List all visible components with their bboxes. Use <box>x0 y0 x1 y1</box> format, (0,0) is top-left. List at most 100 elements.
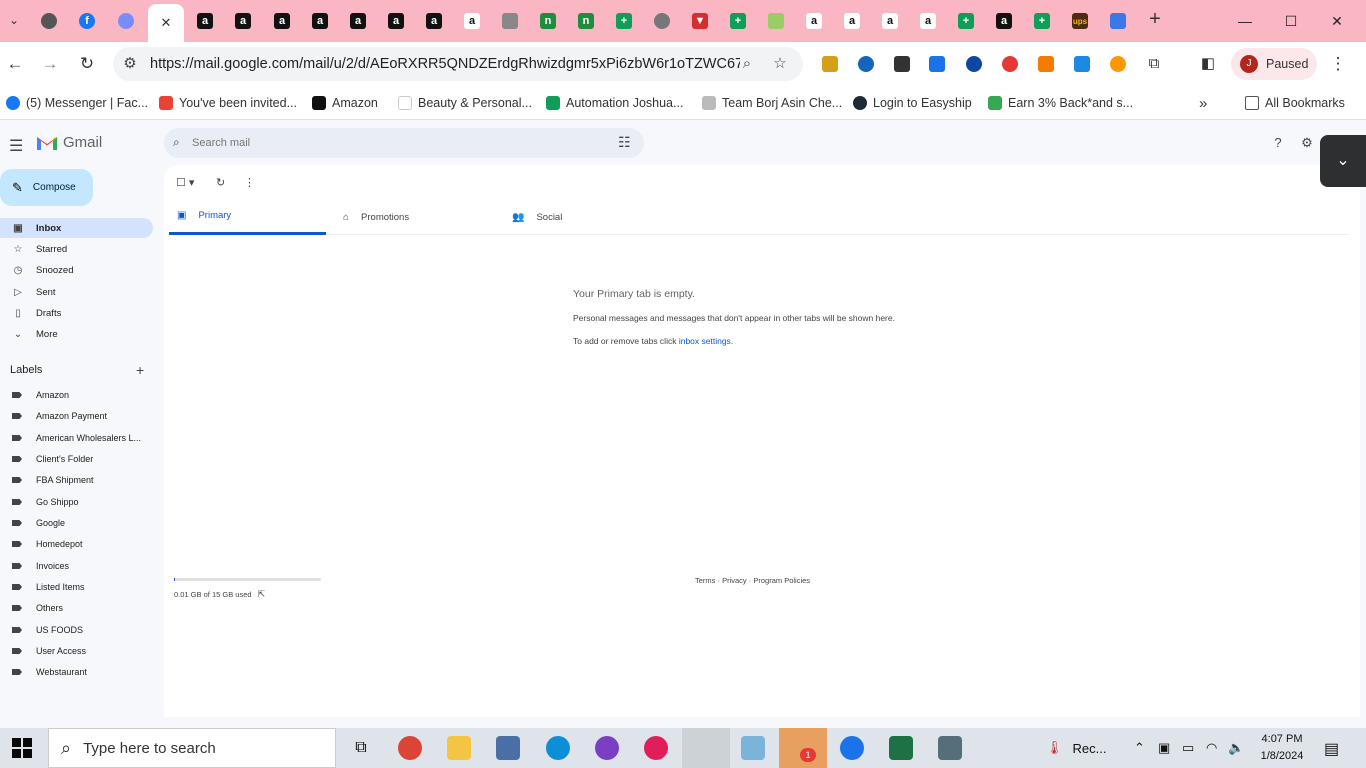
zoom-search-icon[interactable]: ⌕ <box>738 55 756 73</box>
meet-now-icon[interactable]: ▣ <box>1158 728 1170 768</box>
wifi-icon[interactable]: ◠ <box>1206 728 1217 768</box>
app-taskbar-icon[interactable] <box>496 736 520 760</box>
task-view-icon[interactable]: ⧉ <box>349 736 373 760</box>
extension-icon[interactable] <box>1002 56 1018 72</box>
extension-js-icon[interactable] <box>1038 56 1054 72</box>
chrome-taskbar-icon[interactable] <box>398 736 422 760</box>
label-item[interactable]: Others <box>0 599 63 617</box>
nav-item-sent[interactable]: ▷ Sent <box>0 282 153 302</box>
browser-tab-android[interactable] <box>759 8 793 34</box>
more-bookmarks-chevron-icon[interactable]: » <box>1199 94 1207 112</box>
external-link-icon[interactable]: ⇱ <box>258 589 266 600</box>
browser-tab-chrome[interactable] <box>32 8 66 34</box>
browser-tab-tool[interactable] <box>493 8 527 34</box>
slack-icon[interactable] <box>644 736 668 760</box>
extension-fba-icon[interactable] <box>1074 56 1090 72</box>
browser-tab-amazon-smile[interactable]: a <box>835 8 869 34</box>
browser-tab-n[interactable]: n <box>531 8 565 34</box>
bookmark-amazon[interactable]: Amazon <box>312 94 378 112</box>
calculator-icon[interactable] <box>938 736 962 760</box>
browser-tab-facebook[interactable]: f <box>70 8 104 34</box>
back-button[interactable]: ← <box>3 52 27 76</box>
browser-tab-amazon[interactable]: a <box>303 8 337 34</box>
file-explorer-icon[interactable] <box>447 736 471 760</box>
extension-icon[interactable] <box>822 56 838 72</box>
browser-tab-sheets[interactable]: + <box>1025 8 1059 34</box>
extension-icon[interactable] <box>894 56 910 72</box>
browser-tab-amazon-smile[interactable]: a <box>911 8 945 34</box>
compose-button[interactable]: ✎ Compose <box>0 169 93 206</box>
label-item[interactable]: American Wholesalers L... <box>0 429 141 447</box>
gmail-logo[interactable]: Gmail <box>36 134 102 151</box>
bookmark-earn[interactable]: Earn 3% Back*and s... <box>988 94 1133 112</box>
extension-icon[interactable] <box>858 56 874 72</box>
zoom-icon[interactable] <box>840 736 864 760</box>
refresh-icon[interactable]: ↻ <box>216 176 225 189</box>
label-item[interactable]: Go Shippo <box>0 493 79 511</box>
browser-tab-amazon-smile[interactable]: a <box>873 8 907 34</box>
excel-icon[interactable] <box>889 736 913 760</box>
tab-promotions[interactable]: ⌂ Promotions <box>335 199 492 235</box>
extensions-puzzle-icon[interactable]: ⧉ <box>1142 52 1166 76</box>
system-clock[interactable]: 4:07 PM 1/8/2024 <box>1252 731 1312 765</box>
all-bookmarks-button[interactable]: All Bookmarks <box>1245 94 1345 112</box>
chrome-active-taskbar-icon[interactable] <box>682 728 730 768</box>
search-options-icon[interactable]: ☷ <box>618 134 631 151</box>
site-info-icon[interactable]: ⚙ <box>121 55 139 73</box>
browser-tab-app[interactable] <box>1101 8 1135 34</box>
battery-icon[interactable]: ▭ <box>1182 728 1194 768</box>
bookmark-easyship[interactable]: Login to Easyship <box>853 94 972 112</box>
show-hidden-icons-chevron-icon[interactable]: ⌃ <box>1134 728 1145 768</box>
bookmark-messenger[interactable]: (5) Messenger | Fac... <box>6 94 148 112</box>
label-item[interactable]: US FOODS <box>0 621 83 639</box>
browser-tab-sheets[interactable]: + <box>721 8 755 34</box>
label-item[interactable]: Client's Folder <box>0 450 93 468</box>
label-item[interactable]: Amazon Payment <box>0 407 107 425</box>
profile-button[interactable]: J Paused <box>1231 48 1317 80</box>
create-label-icon[interactable]: + <box>136 362 144 378</box>
app-taskbar-icon[interactable] <box>741 736 765 760</box>
edge-icon[interactable] <box>546 736 570 760</box>
label-item[interactable]: Webstaurant <box>0 663 87 681</box>
maximize-button[interactable]: ☐ <box>1278 8 1304 34</box>
label-item[interactable]: FBA Shipment <box>0 471 94 489</box>
label-item[interactable]: User Access <box>0 642 86 660</box>
browser-tab-sheets[interactable]: + <box>949 8 983 34</box>
close-window-button[interactable]: ✕ <box>1324 8 1350 34</box>
windows-start-icon[interactable] <box>12 738 32 758</box>
settings-gear-icon[interactable]: ⚙ <box>1299 135 1315 151</box>
recording-tray[interactable]: 🌡 Rec... <box>1046 728 1106 768</box>
taskbar-search[interactable]: ⌕ Type here to search <box>48 728 336 768</box>
extension-icon[interactable] <box>966 56 982 72</box>
bookmark-automation[interactable]: Automation Joshua... <box>546 94 683 112</box>
browser-tab-amazon[interactable]: a <box>226 8 260 34</box>
main-menu-icon[interactable]: ☰ <box>9 136 23 156</box>
bookmark-invited[interactable]: You've been invited... <box>159 94 297 112</box>
browser-tab-v[interactable]: ▼ <box>683 8 717 34</box>
privacy-link[interactable]: Privacy <box>722 576 747 585</box>
terms-link[interactable]: Terms <box>695 576 715 585</box>
inbox-settings-link[interactable]: inbox settings <box>679 336 731 346</box>
label-item[interactable]: Listed Items <box>0 578 85 596</box>
minimize-button[interactable]: — <box>1232 8 1258 34</box>
nav-item-inbox[interactable]: ▣ Inbox <box>0 218 153 238</box>
browser-tab-n[interactable]: n <box>569 8 603 34</box>
label-item[interactable]: Homedepot <box>0 535 83 553</box>
url-text[interactable]: https://mail.google.com/mail/u/2/d/AEoRX… <box>150 56 740 72</box>
address-bar[interactable]: ⚙ https://mail.google.com/mail/u/2/d/AEo… <box>113 47 803 81</box>
forward-button[interactable]: → <box>38 52 62 76</box>
side-panel-toggle-chevron-icon[interactable]: ⌄ <box>1320 135 1366 187</box>
browser-tab-amazon-smile[interactable]: a <box>797 8 831 34</box>
tab-search-chevron-icon[interactable]: ⌄ <box>4 10 24 30</box>
side-panel-icon[interactable]: ◧ <box>1196 52 1220 76</box>
browser-tab-web[interactable] <box>109 8 143 34</box>
label-item[interactable]: Invoices <box>0 557 69 575</box>
more-options-icon[interactable]: ⋮ <box>244 176 255 189</box>
browser-tab-sheets[interactable]: + <box>607 8 641 34</box>
browser-tab-globe[interactable] <box>645 8 679 34</box>
browser-tab-amazon[interactable]: a <box>341 8 375 34</box>
tab-primary[interactable]: ▣ Primary <box>169 199 326 235</box>
help-icon[interactable]: ? <box>1270 135 1286 151</box>
tab-social[interactable]: 👥 Social <box>504 199 661 235</box>
search-input[interactable] <box>192 133 592 153</box>
